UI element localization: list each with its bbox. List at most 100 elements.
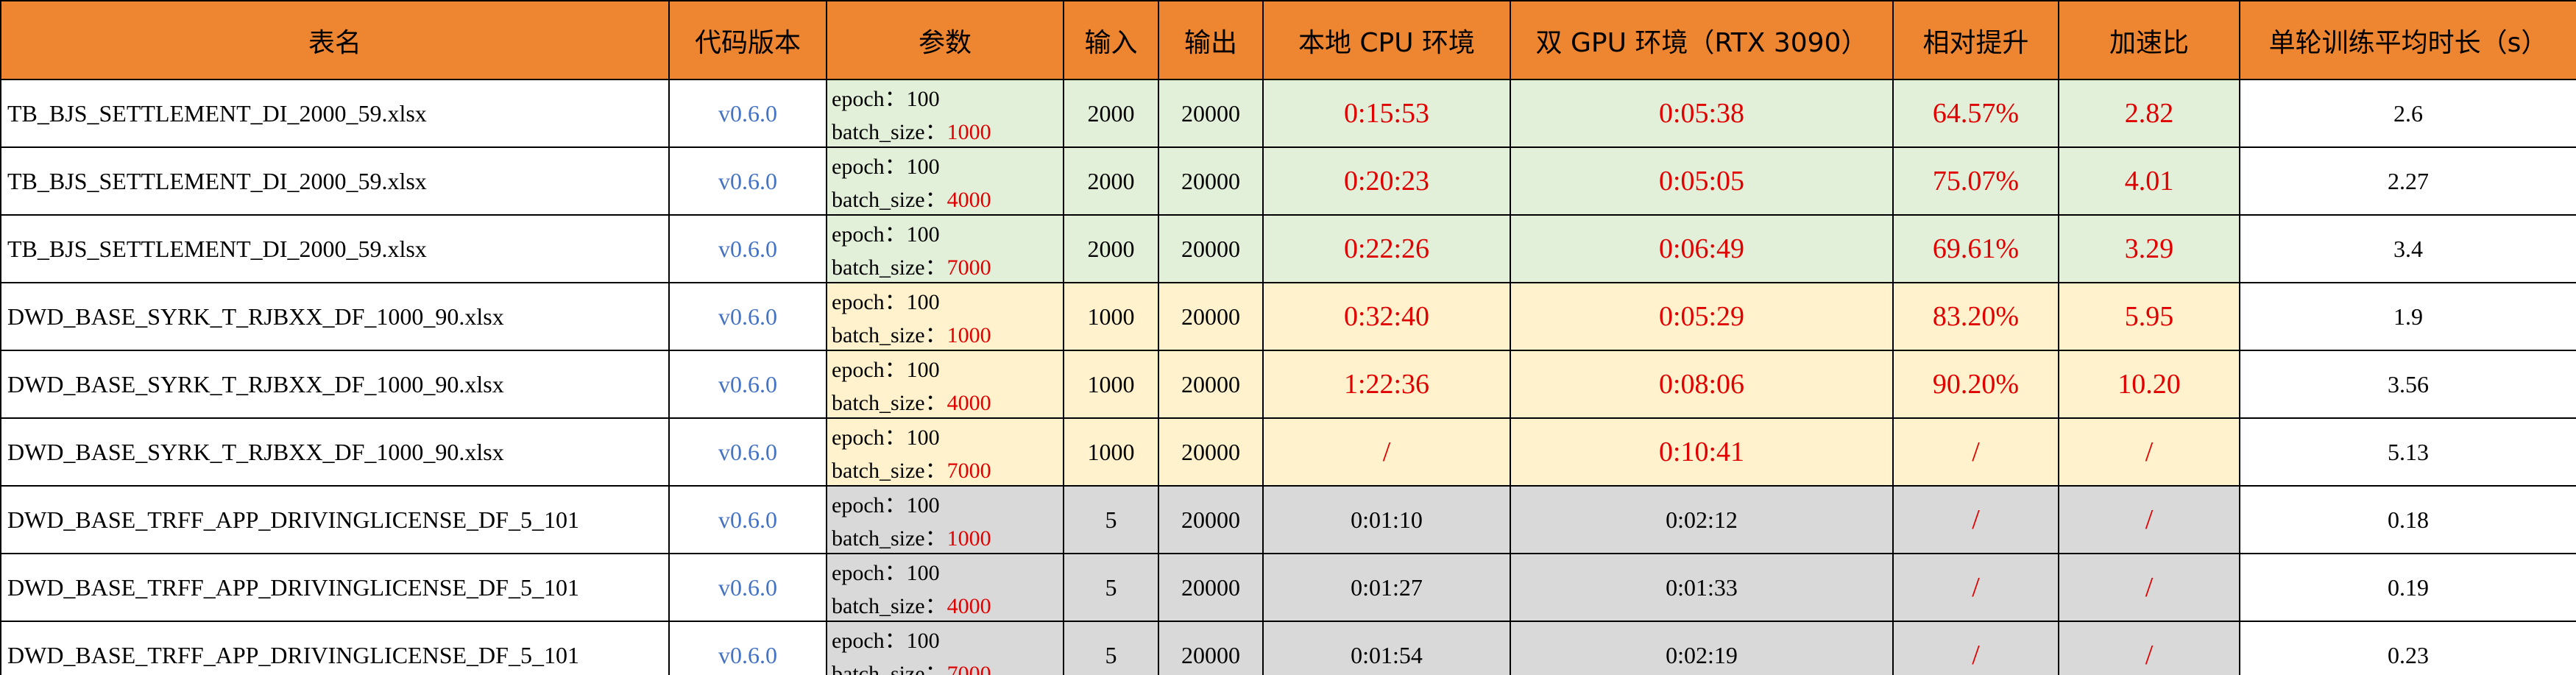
- cell-output[interactable]: 20000: [1158, 79, 1264, 148]
- cell-table-name[interactable]: DWD_BASE_SYRK_T_RJBXX_DF_1000_90.xlsx: [0, 417, 670, 487]
- cell-params[interactable]: epoch：100 batch_size：1000: [826, 79, 1064, 148]
- cell-cpu-time[interactable]: 0:01:54: [1262, 621, 1511, 675]
- cell-gpu-time[interactable]: 0:01:33: [1510, 553, 1894, 622]
- header-code-version[interactable]: 代码版本: [668, 0, 827, 80]
- cell-avg-time[interactable]: 3.4: [2239, 214, 2576, 283]
- cell-cpu-time[interactable]: /: [1262, 417, 1511, 487]
- cell-avg-time[interactable]: 2.6: [2239, 79, 2576, 148]
- cell-params[interactable]: epoch：100 batch_size：7000: [826, 417, 1064, 487]
- cell-gpu-time[interactable]: 0:05:29: [1510, 282, 1894, 351]
- cell-improvement[interactable]: 83.20%: [1892, 282, 2059, 351]
- cell-code-version[interactable]: v0.6.0: [668, 350, 827, 419]
- cell-input[interactable]: 5: [1063, 485, 1159, 554]
- cell-improvement[interactable]: /: [1892, 553, 2059, 622]
- header-avg-time[interactable]: 单轮训练平均时长（s）: [2239, 0, 2576, 80]
- cell-avg-time[interactable]: 1.9: [2239, 282, 2576, 351]
- cell-output[interactable]: 20000: [1158, 214, 1264, 283]
- cell-table-name[interactable]: TB_BJS_SETTLEMENT_DI_2000_59.xlsx: [0, 146, 670, 216]
- cell-cpu-time[interactable]: 0:15:53: [1262, 79, 1511, 148]
- header-gpu-env[interactable]: 双 GPU 环境（RTX 3090）: [1510, 0, 1894, 80]
- cell-avg-time[interactable]: 2.27: [2239, 146, 2576, 216]
- cell-params[interactable]: epoch：100 batch_size：1000: [826, 282, 1064, 351]
- cell-avg-time[interactable]: 3.56: [2239, 350, 2576, 419]
- cell-gpu-time[interactable]: 0:05:38: [1510, 79, 1894, 148]
- cell-speedup[interactable]: 5.95: [2058, 282, 2240, 351]
- cell-gpu-time[interactable]: 0:02:19: [1510, 621, 1894, 675]
- cell-params[interactable]: epoch：100 batch_size：4000: [826, 146, 1064, 216]
- cell-table-name[interactable]: TB_BJS_SETTLEMENT_DI_2000_59.xlsx: [0, 214, 670, 283]
- cell-speedup[interactable]: 3.29: [2058, 214, 2240, 283]
- cell-code-version[interactable]: v0.6.0: [668, 553, 827, 622]
- cell-code-version[interactable]: v0.6.0: [668, 146, 827, 216]
- cell-table-name[interactable]: DWD_BASE_TRFF_APP_DRIVINGLICENSE_DF_5_10…: [0, 553, 670, 622]
- cell-avg-time[interactable]: 0.18: [2239, 485, 2576, 554]
- cell-code-version[interactable]: v0.6.0: [668, 79, 827, 148]
- cell-code-version[interactable]: v0.6.0: [668, 485, 827, 554]
- cell-code-version[interactable]: v0.6.0: [668, 621, 827, 675]
- cell-params[interactable]: epoch：100 batch_size：4000: [826, 553, 1064, 622]
- cell-output[interactable]: 20000: [1158, 553, 1264, 622]
- cell-table-name[interactable]: DWD_BASE_TRFF_APP_DRIVINGLICENSE_DF_5_10…: [0, 485, 670, 554]
- cell-gpu-time[interactable]: 0:06:49: [1510, 214, 1894, 283]
- header-cpu-env[interactable]: 本地 CPU 环境: [1262, 0, 1511, 80]
- cell-improvement[interactable]: 75.07%: [1892, 146, 2059, 216]
- cell-cpu-time[interactable]: 1:22:36: [1262, 350, 1511, 419]
- cell-improvement[interactable]: 69.61%: [1892, 214, 2059, 283]
- cell-cpu-time[interactable]: 0:32:40: [1262, 282, 1511, 351]
- cell-output[interactable]: 20000: [1158, 485, 1264, 554]
- cell-output[interactable]: 20000: [1158, 621, 1264, 675]
- cell-improvement[interactable]: /: [1892, 485, 2059, 554]
- cell-cpu-time[interactable]: 0:01:10: [1262, 485, 1511, 554]
- header-table-name[interactable]: 表名: [0, 0, 670, 80]
- cell-output[interactable]: 20000: [1158, 146, 1264, 216]
- cell-input[interactable]: 1000: [1063, 350, 1159, 419]
- cell-params[interactable]: epoch：100 batch_size：4000: [826, 350, 1064, 419]
- header-output[interactable]: 输出: [1158, 0, 1264, 80]
- cell-gpu-time[interactable]: 0:05:05: [1510, 146, 1894, 216]
- cell-speedup[interactable]: 2.82: [2058, 79, 2240, 148]
- cell-speedup[interactable]: /: [2058, 485, 2240, 554]
- cell-input[interactable]: 2000: [1063, 79, 1159, 148]
- cell-input[interactable]: 2000: [1063, 146, 1159, 216]
- cell-avg-time[interactable]: 0.23: [2239, 621, 2576, 675]
- cell-gpu-time[interactable]: 0:10:41: [1510, 417, 1894, 487]
- header-input[interactable]: 输入: [1063, 0, 1159, 80]
- cell-speedup[interactable]: /: [2058, 621, 2240, 675]
- cell-speedup[interactable]: /: [2058, 553, 2240, 622]
- cell-avg-time[interactable]: 5.13: [2239, 417, 2576, 487]
- cell-cpu-time[interactable]: 0:22:26: [1262, 214, 1511, 283]
- cell-table-name[interactable]: DWD_BASE_SYRK_T_RJBXX_DF_1000_90.xlsx: [0, 350, 670, 419]
- header-speedup[interactable]: 加速比: [2058, 0, 2240, 80]
- cell-input[interactable]: 2000: [1063, 214, 1159, 283]
- cell-code-version[interactable]: v0.6.0: [668, 417, 827, 487]
- cell-output[interactable]: 20000: [1158, 350, 1264, 419]
- cell-speedup[interactable]: 4.01: [2058, 146, 2240, 216]
- cell-output[interactable]: 20000: [1158, 282, 1264, 351]
- cell-table-name[interactable]: DWD_BASE_SYRK_T_RJBXX_DF_1000_90.xlsx: [0, 282, 670, 351]
- cell-improvement[interactable]: 90.20%: [1892, 350, 2059, 419]
- cell-table-name[interactable]: TB_BJS_SETTLEMENT_DI_2000_59.xlsx: [0, 79, 670, 148]
- cell-input[interactable]: 5: [1063, 621, 1159, 675]
- cell-input[interactable]: 5: [1063, 553, 1159, 622]
- cell-cpu-time[interactable]: 0:01:27: [1262, 553, 1511, 622]
- cell-table-name[interactable]: DWD_BASE_TRFF_APP_DRIVINGLICENSE_DF_5_10…: [0, 621, 670, 675]
- cell-output[interactable]: 20000: [1158, 417, 1264, 487]
- cell-improvement[interactable]: /: [1892, 417, 2059, 487]
- header-params[interactable]: 参数: [826, 0, 1064, 80]
- cell-code-version[interactable]: v0.6.0: [668, 214, 827, 283]
- header-improvement[interactable]: 相对提升: [1892, 0, 2059, 80]
- cell-speedup[interactable]: /: [2058, 417, 2240, 487]
- cell-avg-time[interactable]: 0.19: [2239, 553, 2576, 622]
- cell-improvement[interactable]: /: [1892, 621, 2059, 675]
- cell-params[interactable]: epoch：100 batch_size：7000: [826, 621, 1064, 675]
- cell-gpu-time[interactable]: 0:08:06: [1510, 350, 1894, 419]
- cell-input[interactable]: 1000: [1063, 417, 1159, 487]
- cell-params[interactable]: epoch：100 batch_size：1000: [826, 485, 1064, 554]
- cell-gpu-time[interactable]: 0:02:12: [1510, 485, 1894, 554]
- cell-params[interactable]: epoch：100 batch_size：7000: [826, 214, 1064, 283]
- cell-improvement[interactable]: 64.57%: [1892, 79, 2059, 148]
- cell-cpu-time[interactable]: 0:20:23: [1262, 146, 1511, 216]
- cell-speedup[interactable]: 10.20: [2058, 350, 2240, 419]
- cell-code-version[interactable]: v0.6.0: [668, 282, 827, 351]
- cell-input[interactable]: 1000: [1063, 282, 1159, 351]
